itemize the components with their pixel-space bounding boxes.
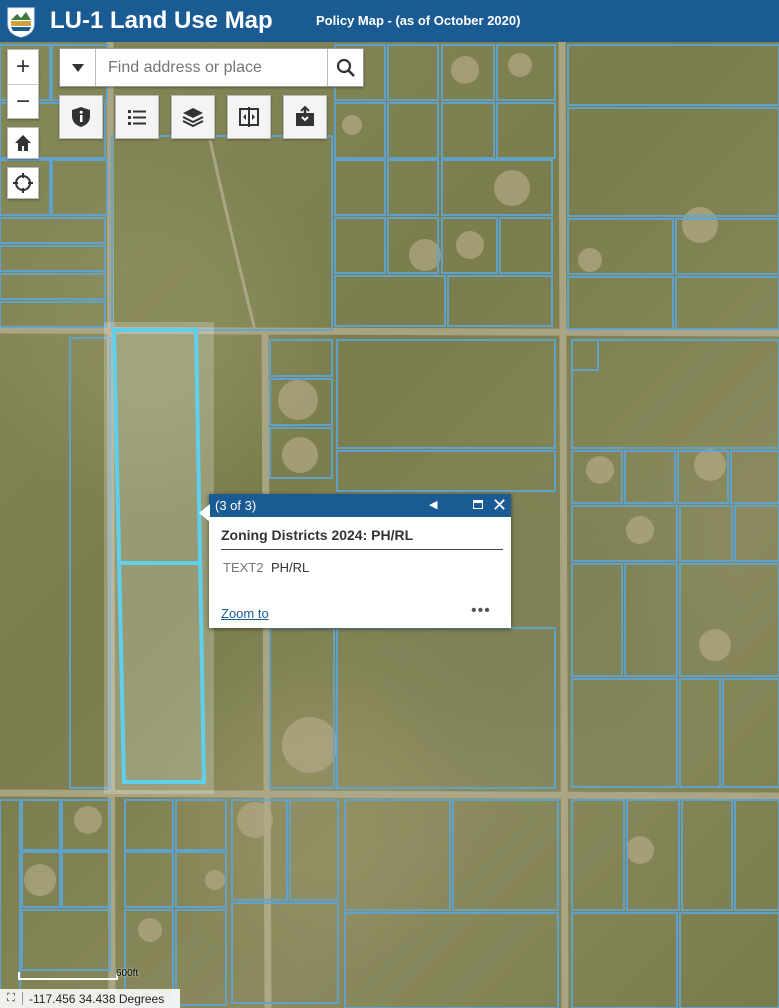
scale-label: 600ft	[116, 968, 139, 979]
more-actions-icon[interactable]: •••	[471, 602, 491, 620]
zoom-to-link[interactable]: Zoom to	[221, 606, 269, 621]
app-header: LU-1 Land Use Map Policy Map - (as of Oc…	[0, 0, 779, 42]
scale-bar: 600ft	[18, 968, 138, 982]
popup-header: (3 of 3) ◀ ✕	[209, 494, 511, 517]
layers-icon	[182, 108, 204, 128]
search-button[interactable]	[327, 49, 363, 86]
feature-popup: (3 of 3) ◀ ✕ Zoning Districts 2024: PH/R…	[209, 494, 511, 628]
close-icon[interactable]: ✕	[492, 495, 507, 515]
layer-list-button[interactable]	[115, 95, 159, 139]
map-subtitle: Policy Map - (as of October 2020)	[316, 13, 521, 28]
search-widget	[59, 48, 364, 87]
coordinate-text: -117.456 34.438 Degrees	[29, 991, 165, 1006]
popup-divider	[221, 549, 503, 550]
popup-title: Zoning Districts 2024: PH/RL	[221, 527, 414, 543]
legend-shield-button[interactable]	[59, 95, 103, 139]
maximize-icon[interactable]	[473, 500, 483, 509]
search-source-dropdown[interactable]	[60, 49, 96, 86]
search-icon	[336, 58, 355, 77]
split-view-icon	[239, 107, 259, 127]
zoom-out-button[interactable]: −	[8, 84, 38, 119]
zoom-controls: + −	[7, 49, 39, 119]
popup-field-name: TEXT2	[223, 560, 264, 575]
crosshair-icon[interactable]: ⛶	[0, 992, 23, 1005]
county-seal-logo	[7, 7, 35, 38]
coordinate-readout[interactable]: ⛶ -117.456 34.438 Degrees	[0, 989, 180, 1008]
print-export-icon	[296, 105, 314, 126]
home-icon	[15, 135, 31, 151]
print-button[interactable]	[283, 95, 327, 139]
locate-button[interactable]	[7, 167, 39, 199]
search-input[interactable]	[96, 49, 327, 86]
popup-field-value: PH/RL	[271, 560, 310, 575]
basemap-gallery-button[interactable]	[171, 95, 215, 139]
home-button[interactable]	[7, 127, 39, 159]
list-icon	[128, 110, 146, 125]
locate-icon	[13, 173, 33, 193]
scale-line	[18, 972, 118, 980]
shield-info-icon	[72, 107, 90, 127]
zoom-in-button[interactable]: +	[8, 50, 38, 84]
app-title: LU-1 Land Use Map	[50, 7, 273, 34]
caret-down-icon	[71, 63, 84, 72]
popup-feature-count: (3 of 3)	[215, 498, 257, 513]
popup-pointer	[199, 504, 210, 522]
swipe-compare-button[interactable]	[227, 95, 271, 139]
previous-feature-icon[interactable]: ◀	[429, 498, 437, 511]
